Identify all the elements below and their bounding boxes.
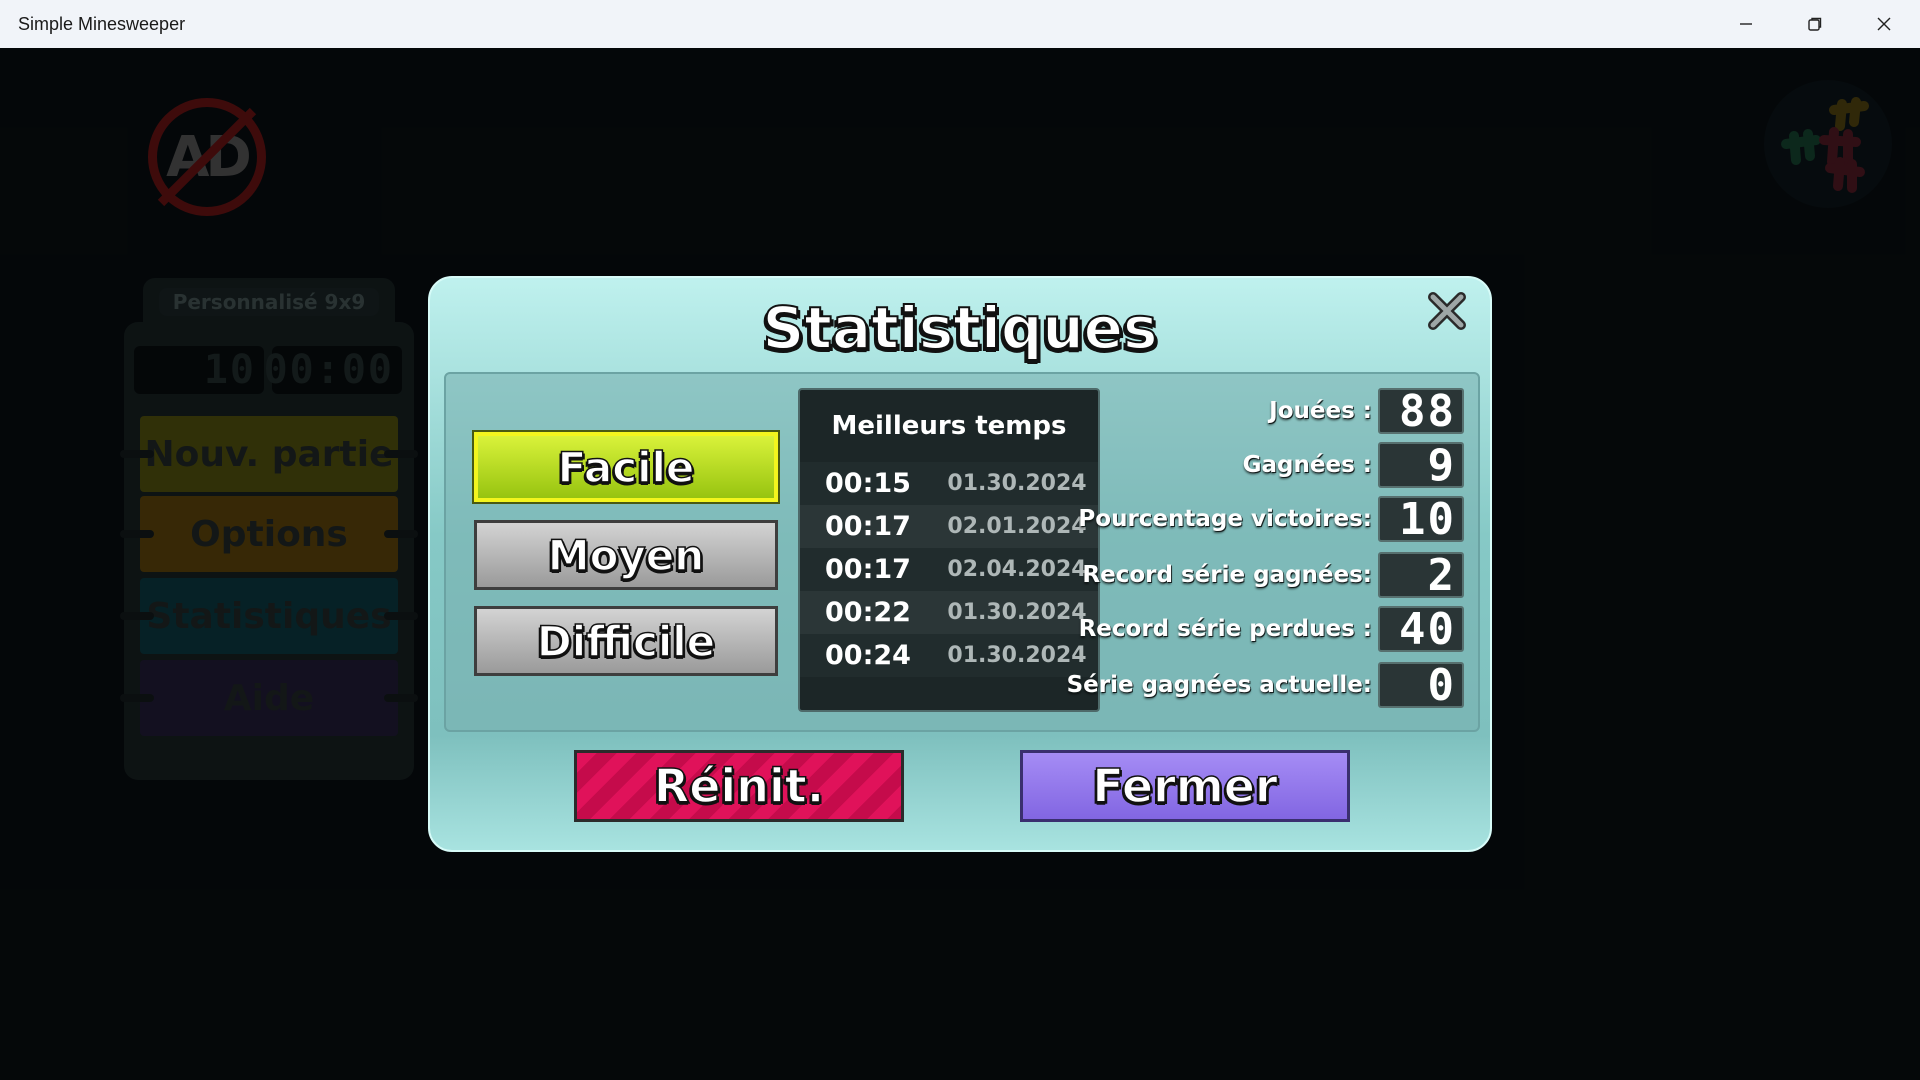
timer-display: 00:00 — [264, 346, 402, 394]
stat-value: 9 — [1378, 440, 1464, 491]
stat-value: 10 — [1378, 494, 1464, 545]
dialog-title: Statistiques — [761, 293, 1158, 363]
best-time: 00:24 — [825, 640, 911, 671]
table-row: 00:17 02.01.2024 — [800, 505, 1098, 548]
best-time: 00:17 — [825, 511, 911, 542]
stat-label: Jouées : — [1269, 398, 1372, 424]
difficulty-easy-button[interactable]: Facile — [474, 432, 778, 502]
title-bar: Simple Minesweeper — [0, 0, 1920, 48]
stat-best-loss-streak: Record série perdues : 40 — [1078, 604, 1464, 655]
best-time: 00:22 — [825, 597, 911, 628]
table-row: 00:15 01.30.2024 — [800, 462, 1098, 505]
best-time-date: 02.01.2024 — [947, 514, 1087, 539]
best-time: 00:15 — [825, 468, 911, 499]
stat-label: Pourcentage victoires: — [1078, 506, 1372, 532]
stat-value: 40 — [1378, 604, 1464, 655]
table-row: 00:24 01.30.2024 — [800, 634, 1098, 677]
close-icon — [1428, 292, 1466, 330]
mode-label: Personnalisé 9x9 — [158, 288, 380, 316]
options-button[interactable]: Options — [120, 496, 418, 572]
options-label: Options — [190, 513, 348, 555]
no-ads-button[interactable]: AD — [148, 98, 266, 216]
stat-label: Série gagnées actuelle: — [1066, 672, 1372, 698]
stat-label: Record série perdues : — [1078, 616, 1372, 642]
statistics-button[interactable]: Statistiques — [120, 578, 418, 654]
best-times-rows: 00:15 01.30.2024 00:17 02.01.2024 00:17 … — [800, 462, 1098, 677]
stat-won: Gagnées : 9 — [1242, 440, 1464, 491]
stat-played: Jouées : 88 — [1269, 386, 1464, 437]
window-title: Simple Minesweeper — [18, 13, 186, 34]
mode-tab: Personnalisé 9x9 — [143, 278, 395, 326]
table-row: 00:22 01.30.2024 — [800, 591, 1098, 634]
stat-win-percentage: Pourcentage victoires: 10 — [1078, 494, 1464, 545]
stat-label: Gagnées : — [1242, 452, 1372, 478]
mine-counter: 10 — [134, 346, 264, 394]
restore-icon — [1808, 17, 1822, 31]
minimize-button[interactable] — [1712, 0, 1780, 48]
reset-button[interactable]: Réinit. — [574, 750, 904, 822]
best-time: 00:17 — [825, 554, 911, 585]
dialog-close-button[interactable] — [1422, 286, 1472, 336]
help-button[interactable]: Aide — [120, 660, 418, 736]
statistics-dialog: Statistiques Facile Moyen Difficile Meil… — [428, 276, 1492, 852]
stat-value: 0 — [1378, 660, 1464, 711]
close-icon — [1877, 17, 1891, 31]
best-time-date: 01.30.2024 — [947, 471, 1087, 496]
stat-value: 88 — [1378, 386, 1464, 437]
statistics-label: Statistiques — [146, 595, 392, 637]
new-game-label: Nouv. partie — [144, 433, 394, 475]
best-times-table: Meilleurs temps 00:15 01.30.2024 00:17 0… — [798, 388, 1100, 712]
puzzle-pieces-icon — [1781, 97, 1869, 193]
help-label: Aide — [223, 677, 315, 719]
best-times-header: Meilleurs temps — [831, 411, 1067, 441]
restore-button[interactable] — [1781, 0, 1849, 48]
stat-value: 2 — [1378, 550, 1464, 601]
stat-current-win-streak: Série gagnées actuelle: 0 — [1066, 660, 1464, 711]
difficulty-medium-button[interactable]: Moyen — [474, 520, 778, 590]
stat-label: Record série gagnées: — [1082, 562, 1372, 588]
stat-best-win-streak: Record série gagnées: 2 — [1082, 550, 1464, 601]
new-game-button[interactable]: Nouv. partie — [120, 416, 418, 492]
best-time-date: 02.04.2024 — [947, 557, 1087, 582]
close-window-button[interactable] — [1850, 0, 1918, 48]
minimize-icon — [1740, 23, 1752, 25]
more-games-button[interactable] — [1764, 80, 1892, 208]
best-time-date: 01.30.2024 — [947, 600, 1087, 625]
close-button[interactable]: Fermer — [1020, 750, 1350, 822]
difficulty-hard-button[interactable]: Difficile — [474, 606, 778, 676]
table-row: 00:17 02.04.2024 — [800, 548, 1098, 591]
statistics-panel: Facile Moyen Difficile Meilleurs temps 0… — [444, 372, 1480, 732]
